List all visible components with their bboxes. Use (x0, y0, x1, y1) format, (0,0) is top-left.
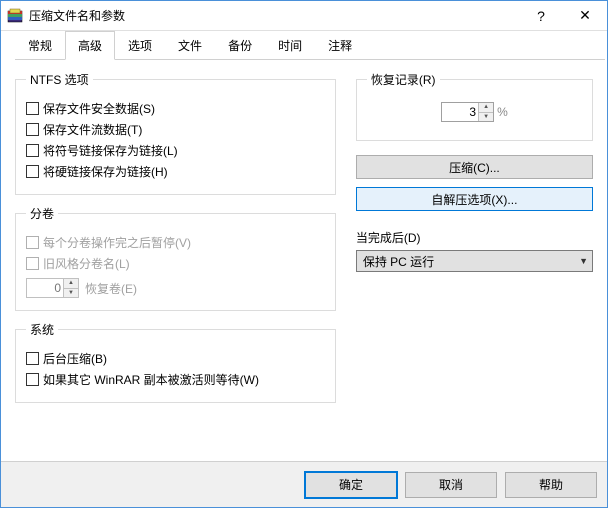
checkbox[interactable] (26, 373, 39, 386)
when-done-value: 保持 PC 运行 (363, 253, 434, 270)
tab-options[interactable]: 选项 (115, 31, 165, 60)
right-column: 恢复记录(R) ▲ ▼ % 压缩(C)... 自解压选项(X)... 当完成后(… (356, 71, 593, 451)
tab-files[interactable]: 文件 (165, 31, 215, 60)
app-icon (7, 8, 23, 24)
ntfs-security-row[interactable]: 保存文件安全数据(S) (26, 98, 325, 119)
recovery-record-spinner[interactable]: ▲ ▼ (441, 102, 494, 122)
ntfs-symlink-row[interactable]: 将符号链接保存为链接(L) (26, 140, 325, 161)
spinner-buttons[interactable]: ▲ ▼ (478, 103, 493, 121)
system-group: 系统 后台压缩(B) 如果其它 WinRAR 副本被激活则等待(W) (15, 321, 336, 403)
titlebar-buttons: ? ✕ (519, 1, 607, 31)
when-done-combo[interactable]: 保持 PC 运行 ▼ (356, 250, 593, 272)
content-area: NTFS 选项 保存文件安全数据(S) 保存文件流数据(T) 将符号链接保存为链… (1, 61, 607, 461)
chevron-down-icon: ▼ (579, 256, 588, 266)
tab-comment[interactable]: 注释 (315, 31, 365, 60)
when-done-label: 当完成后(D) (356, 229, 593, 246)
compress-button[interactable]: 压缩(C)... (356, 155, 593, 179)
volumes-group: 分卷 每个分卷操作完之后暂停(V) 旧风格分卷名(L) ▲ ▼ (15, 205, 336, 311)
wait-other-winrar-row[interactable]: 如果其它 WinRAR 副本被激活则等待(W) (26, 369, 325, 390)
recovery-value-row: ▲ ▼ % (367, 98, 582, 128)
tab-advanced[interactable]: 高级 (65, 31, 115, 60)
checkbox (26, 236, 39, 249)
system-legend: 系统 (26, 321, 58, 338)
background-compress-label: 后台压缩(B) (43, 350, 107, 367)
tab-general[interactable]: 常规 (15, 31, 65, 60)
ntfs-streams-row[interactable]: 保存文件流数据(T) (26, 119, 325, 140)
close-button[interactable]: ✕ (563, 1, 607, 31)
titlebar: 压缩文件名和参数 ? ✕ (1, 1, 607, 31)
spinner-down-icon[interactable]: ▼ (479, 113, 493, 122)
background-compress-row[interactable]: 后台压缩(B) (26, 348, 325, 369)
spinner-up-icon[interactable]: ▲ (479, 103, 493, 113)
ntfs-hardlink-row[interactable]: 将硬链接保存为链接(H) (26, 161, 325, 182)
percent-label: % (497, 105, 508, 119)
help-button[interactable]: ? (519, 1, 563, 31)
checkbox[interactable] (26, 165, 39, 178)
volume-pause-label: 每个分卷操作完之后暂停(V) (43, 234, 191, 251)
dialog-window: 压缩文件名和参数 ? ✕ 常规 高级 选项 文件 备份 时间 注释 NTFS 选… (0, 0, 608, 508)
ntfs-hardlink-label: 将硬链接保存为链接(H) (43, 163, 168, 180)
checkbox (26, 257, 39, 270)
checkbox[interactable] (26, 352, 39, 365)
left-column: NTFS 选项 保存文件安全数据(S) 保存文件流数据(T) 将符号链接保存为链… (15, 71, 336, 451)
recovery-record-group: 恢复记录(R) ▲ ▼ % (356, 71, 593, 141)
volumes-legend: 分卷 (26, 205, 58, 222)
checkbox[interactable] (26, 123, 39, 136)
spinner-down-icon: ▼ (64, 289, 78, 298)
tabbar: 常规 高级 选项 文件 备份 时间 注释 (1, 31, 607, 61)
dialog-footer: 确定 取消 帮助 (1, 461, 607, 507)
recovery-volumes-label: 恢复卷(E) (85, 280, 137, 297)
recovery-volumes-spinner: ▲ ▼ (26, 278, 79, 298)
recovery-record-legend: 恢复记录(R) (367, 71, 440, 88)
ntfs-legend: NTFS 选项 (26, 71, 93, 88)
wait-other-winrar-label: 如果其它 WinRAR 副本被激活则等待(W) (43, 371, 259, 388)
tab-time[interactable]: 时间 (265, 31, 315, 60)
volume-oldname-label: 旧风格分卷名(L) (43, 255, 130, 272)
volume-oldname-row: 旧风格分卷名(L) (26, 253, 325, 274)
ntfs-streams-label: 保存文件流数据(T) (43, 121, 142, 138)
cancel-button[interactable]: 取消 (405, 472, 497, 498)
ntfs-security-label: 保存文件安全数据(S) (43, 100, 155, 117)
recovery-volumes-row: ▲ ▼ 恢复卷(E) (26, 278, 325, 298)
checkbox[interactable] (26, 102, 39, 115)
recovery-volumes-input (27, 279, 63, 297)
sfx-options-button[interactable]: 自解压选项(X)... (356, 187, 593, 211)
ntfs-symlink-label: 将符号链接保存为链接(L) (43, 142, 178, 159)
spinner-buttons: ▲ ▼ (63, 279, 78, 297)
ok-button[interactable]: 确定 (305, 472, 397, 498)
checkbox[interactable] (26, 144, 39, 157)
help-button[interactable]: 帮助 (505, 472, 597, 498)
volume-pause-row: 每个分卷操作完之后暂停(V) (26, 232, 325, 253)
recovery-record-input[interactable] (442, 103, 478, 121)
spinner-up-icon: ▲ (64, 279, 78, 289)
ntfs-group: NTFS 选项 保存文件安全数据(S) 保存文件流数据(T) 将符号链接保存为链… (15, 71, 336, 195)
tab-backup[interactable]: 备份 (215, 31, 265, 60)
window-title: 压缩文件名和参数 (29, 7, 519, 24)
